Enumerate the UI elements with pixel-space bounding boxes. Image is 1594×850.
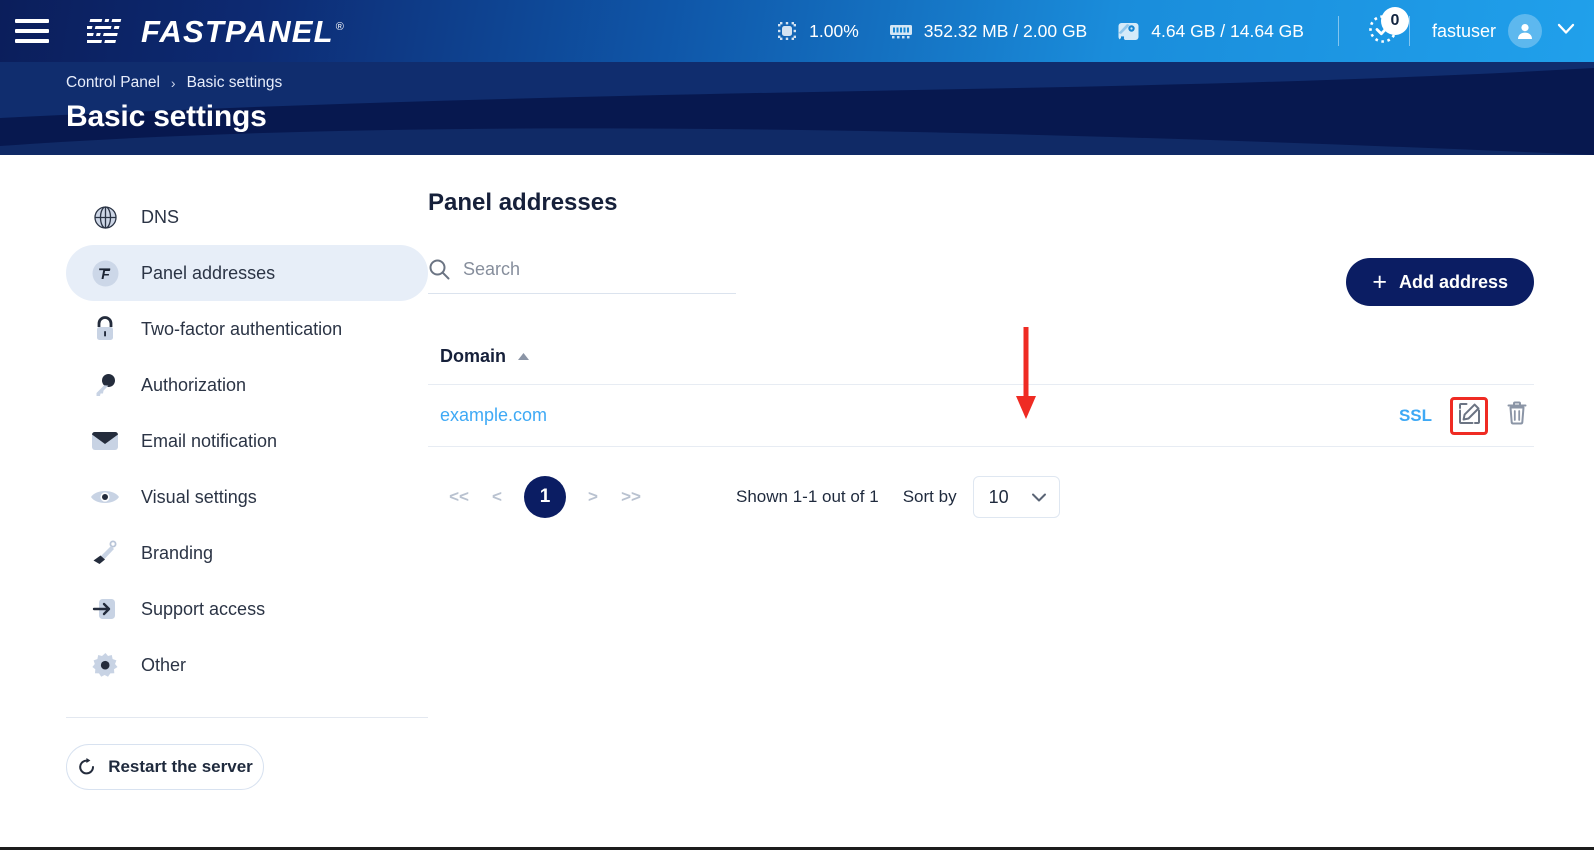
hamburger-menu-icon[interactable] — [15, 19, 49, 43]
per-page-select[interactable]: 10 — [972, 476, 1060, 518]
stat-memory-value: 352.32 MB / 2.00 GB — [923, 20, 1088, 41]
registered-mark: ® — [335, 21, 346, 34]
sidebar-item-label: Support access — [141, 598, 266, 619]
pagination-first[interactable]: << — [440, 487, 478, 507]
breadcrumb-link-control-panel[interactable]: Control Panel — [66, 74, 160, 92]
pagination-page-1[interactable]: 1 — [524, 476, 566, 518]
eye-icon — [88, 487, 122, 507]
sidebar-item-label: Two-factor authentication — [141, 318, 343, 339]
sidebar-item-email-notification[interactable]: Email notification — [66, 413, 428, 469]
sidebar-item-support-access[interactable]: Support access — [66, 581, 428, 637]
sidebar-item-label: Authorization — [141, 374, 247, 395]
edit-pencil-icon — [1458, 402, 1481, 430]
fastpanel-f-icon: F — [88, 260, 122, 287]
globe-icon — [88, 204, 122, 231]
breadcrumb-current: Basic settings — [186, 74, 283, 91]
stat-disk-value: 4.64 GB / 14.64 GB — [1151, 20, 1304, 41]
gear-icon — [88, 652, 122, 679]
table-header-row: Domain — [428, 346, 1534, 385]
add-address-button[interactable]: + Add address — [1346, 258, 1534, 306]
restart-icon — [77, 757, 97, 777]
column-header-domain[interactable]: Domain — [440, 346, 530, 367]
settings-sidebar: DNS F Panel addresses Two-factor authent… — [0, 189, 428, 790]
page-content: DNS F Panel addresses Two-factor authent… — [0, 155, 1594, 790]
stat-cpu-value: 1.00% — [809, 20, 859, 41]
fastpanel-sliders-icon — [85, 16, 131, 46]
top-bar: FASTPANEL ® 1.00% 352.32 MB / 2.00 GB 4.… — [0, 0, 1594, 62]
delete-button[interactable] — [1500, 399, 1534, 433]
breadcrumb-separator-icon: › — [170, 75, 176, 91]
user-name: fastuser — [1431, 20, 1496, 41]
page-header-banner: Control Panel › Basic settings Basic set… — [0, 62, 1594, 155]
brand-logo[interactable]: FASTPANEL ® — [85, 13, 346, 49]
cell-domain[interactable]: example.com — [440, 405, 547, 426]
sort-by-label: Sort by — [902, 487, 957, 506]
chevron-down-icon — [1031, 487, 1047, 508]
sidebar-item-label: DNS — [141, 206, 180, 227]
row-actions: SSL — [1399, 396, 1534, 435]
plus-icon: + — [1372, 267, 1387, 296]
sidebar-item-label: Branding — [141, 542, 214, 563]
user-avatar-icon — [1508, 14, 1542, 48]
disk-icon — [1117, 21, 1140, 42]
svg-text:F: F — [101, 266, 110, 282]
pagination-prev[interactable]: < — [478, 487, 516, 507]
paint-brush-icon — [88, 539, 122, 567]
pagination-shown-info: Shown 1-1 out of 1 — [736, 487, 879, 506]
sidebar-item-branding[interactable]: Branding — [66, 525, 428, 581]
pagination-last[interactable]: >> — [612, 487, 650, 507]
envelope-icon — [88, 430, 122, 452]
search-input[interactable] — [463, 258, 736, 280]
sidebar-item-visual-settings[interactable]: Visual settings — [66, 469, 428, 525]
caret-up-icon — [517, 352, 530, 361]
restart-server-button[interactable]: Restart the server — [66, 744, 264, 790]
sidebar-item-authorization[interactable]: Authorization — [66, 357, 428, 413]
pagination-next[interactable]: > — [574, 487, 612, 507]
table-row: example.com SSL — [428, 385, 1534, 447]
arrow-right-box-icon — [88, 596, 122, 622]
divider — [1337, 16, 1339, 46]
user-menu[interactable]: fastuser — [1432, 14, 1578, 48]
pagination: << < 1 > >> Shown 1-1 out of 1 Sort by 1… — [428, 476, 1534, 518]
ram-icon — [889, 22, 913, 40]
stat-memory: 352.32 MB / 2.00 GB — [889, 21, 1087, 42]
search-icon — [428, 258, 450, 280]
divider — [1408, 16, 1410, 46]
sidebar-item-other[interactable]: Other — [66, 637, 428, 693]
stat-disk: 4.64 GB / 14.64 GB — [1117, 21, 1304, 42]
cpu-icon — [776, 20, 798, 42]
restart-server-label: Restart the server — [108, 757, 253, 776]
sidebar-item-panel-addresses[interactable]: F Panel addresses — [66, 245, 428, 301]
stat-cpu: 1.00% — [776, 20, 859, 42]
breadcrumb: Control Panel › Basic settings — [66, 74, 1594, 92]
sidebar-item-label: Visual settings — [141, 486, 257, 507]
sidebar-item-two-factor-authentication[interactable]: Two-factor authentication — [66, 301, 428, 357]
notifications-button[interactable]: 0 — [1361, 7, 1409, 53]
ssl-link[interactable]: SSL — [1399, 406, 1432, 426]
edit-button[interactable] — [1450, 396, 1488, 435]
chevron-down-icon[interactable] — [1556, 22, 1576, 41]
search-box[interactable] — [428, 258, 736, 294]
add-address-label: Add address — [1398, 271, 1508, 292]
column-header-label: Domain — [440, 346, 507, 366]
sidebar-item-label: Other — [141, 654, 187, 675]
main-panel: Panel addresses + Add address Domain — [428, 189, 1594, 790]
trash-icon — [1506, 401, 1528, 430]
toolbar: + Add address — [428, 258, 1534, 306]
sidebar-item-label: Email notification — [141, 430, 278, 451]
per-page-value: 10 — [988, 486, 1009, 507]
key-icon — [88, 372, 122, 399]
brand-name: FASTPANEL ® — [141, 13, 346, 49]
sidebar-item-dns[interactable]: DNS — [66, 189, 428, 245]
page-title: Basic settings — [66, 100, 267, 133]
sidebar-item-label: Panel addresses — [141, 262, 276, 283]
lock-icon — [88, 315, 122, 343]
notification-count-badge: 0 — [1380, 7, 1409, 35]
sidebar-divider — [66, 717, 428, 718]
topbar-right-cluster: 1.00% 352.32 MB / 2.00 GB 4.64 GB / 14.6… — [776, 0, 1594, 62]
panel-addresses-table: Domain example.com SSL — [428, 346, 1534, 447]
section-title: Panel addresses — [428, 189, 618, 216]
